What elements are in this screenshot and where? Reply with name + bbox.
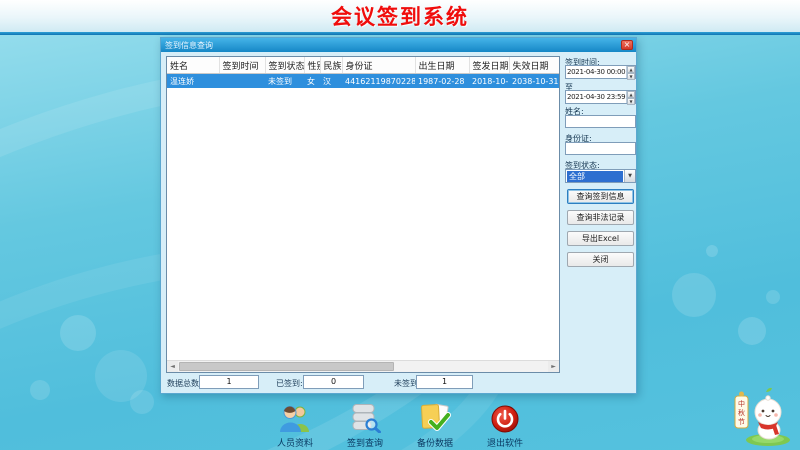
app-title: 会议签到系统 [331, 1, 469, 31]
backup-check-icon [419, 403, 451, 433]
signin-query-dialog: 签到信息查询 × 姓名 [160, 37, 637, 394]
column-header-name[interactable]: 姓名 [167, 57, 219, 74]
decor-circle [766, 290, 780, 304]
database-search-icon [349, 403, 381, 433]
id-card-input[interactable] [565, 142, 636, 155]
spinner-control[interactable]: ▲ ▼ [626, 91, 635, 103]
toolbar-item-signin-query[interactable]: 签到查询 [336, 403, 394, 449]
cell-gender: 女 [304, 74, 320, 89]
power-icon [491, 403, 519, 433]
query-form-panel: 签到时间: 2021-04-30 00:00:00 ▲ ▼ 至 2021-04-… [563, 52, 638, 395]
decor-circle [738, 317, 766, 345]
spinner-control[interactable]: ▲ ▼ [626, 66, 635, 78]
scroll-left-icon[interactable]: ◄ [167, 361, 178, 372]
app-header: 会议签到系统 [0, 0, 800, 32]
column-header-signin-status[interactable]: 签到状态 [265, 57, 304, 74]
cell-id-card: 441621198702282481 [342, 74, 415, 89]
stats-row: 数据总数: 1 已签到: 0 未签到: 1 [161, 374, 561, 392]
signed-count-label: 已签到: [276, 378, 303, 389]
scrollbar-thumb[interactable] [179, 362, 394, 371]
time-from-value: 2021-04-30 00:00:00 [566, 68, 626, 76]
toolbar-item-label: 备份数据 [417, 436, 453, 449]
dialog-title: 签到信息查询 [165, 40, 621, 51]
column-header-ethnicity[interactable]: 民族 [320, 57, 342, 74]
dialog-body: 姓名 签到时间 签到状态 性别 民族 身份证 出生日期 签发日期 失效日期 签 [161, 52, 636, 395]
name-input[interactable] [565, 115, 636, 128]
unsigned-count-field: 1 [416, 375, 473, 389]
cell-signin-time [219, 74, 265, 89]
cell-issue-date: 2018-10-31 [469, 74, 509, 89]
scroll-right-icon[interactable]: ► [548, 361, 559, 372]
mascot-banner-char-3: 节 [738, 418, 745, 426]
toolbar-item-exit[interactable]: 退出软件 [476, 403, 534, 449]
cell-name: 温连娇 [167, 74, 219, 89]
table-header-row: 姓名 签到时间 签到状态 性别 民族 身份证 出生日期 签发日期 失效日期 签 [167, 57, 560, 74]
people-icon [279, 403, 311, 433]
toolbar-item-label: 人员资料 [277, 436, 313, 449]
mascot-banner-char-2: 秋 [738, 408, 745, 417]
time-to-field[interactable]: 2021-04-30 23:59:59 ▲ ▼ [565, 90, 636, 104]
toolbar-item-backup[interactable]: 备份数据 [406, 403, 464, 449]
time-to-value: 2021-04-30 23:59:59 [566, 93, 626, 101]
cell-expiry-date: 2038-10-31 [509, 74, 559, 89]
cell-signin-status: 未签到 [265, 74, 304, 89]
column-header-partial[interactable]: 签 [559, 57, 560, 74]
column-header-id-card[interactable]: 身份证 [342, 57, 415, 74]
total-count-label: 数据总数: [167, 378, 202, 389]
status-select[interactable]: 全部 ▼ [565, 169, 636, 183]
toolbar-item-label: 签到查询 [347, 436, 383, 449]
decor-circle [30, 380, 50, 400]
column-header-issue-date[interactable]: 签发日期 [469, 57, 509, 74]
dialog-titlebar[interactable]: 签到信息查询 × [161, 38, 636, 52]
decor-circle [672, 273, 716, 317]
close-icon[interactable]: × [621, 40, 633, 50]
column-header-gender[interactable]: 性别 [304, 57, 320, 74]
desktop-background: 签到信息查询 × 姓名 [0, 35, 800, 450]
column-header-signin-time[interactable]: 签到时间 [219, 57, 265, 74]
query-illegal-records-button[interactable]: 查询非法记录 [567, 210, 634, 225]
total-count-field: 1 [199, 375, 259, 389]
scrollbar-track[interactable] [178, 361, 548, 372]
signed-count-field: 0 [303, 375, 364, 389]
column-header-birth-date[interactable]: 出生日期 [415, 57, 469, 74]
toolbar-item-label: 退出软件 [487, 436, 523, 449]
table-row[interactable]: 温连娇 未签到 女 汉 441621198702282481 1987-02-2… [167, 74, 560, 89]
spinner-up-icon[interactable]: ▲ [627, 91, 635, 98]
spinner-down-icon[interactable]: ▼ [627, 98, 635, 105]
app-window: 会议签到系统 签到信息查询 × [0, 0, 800, 450]
time-from-field[interactable]: 2021-04-30 00:00:00 ▲ ▼ [565, 65, 636, 79]
horizontal-scrollbar[interactable]: ◄ ► [167, 360, 559, 372]
cell-ethnicity: 汉 [320, 74, 342, 89]
decor-circle [706, 245, 718, 257]
cell-partial [559, 74, 560, 89]
cell-birth-date: 1987-02-28 [415, 74, 469, 89]
bottom-toolbar: 人员资料 签到查询 [0, 403, 800, 449]
signin-table: 姓名 签到时间 签到状态 性别 民族 身份证 出生日期 签发日期 失效日期 签 [166, 56, 560, 373]
status-selected-value: 全部 [567, 171, 623, 182]
decor-circle [60, 315, 96, 351]
query-signin-button[interactable]: 查询签到信息 [567, 189, 634, 204]
mascot-figure: 中 秋 节 [732, 386, 794, 448]
spinner-up-icon[interactable]: ▲ [627, 66, 635, 73]
column-header-expiry-date[interactable]: 失效日期 [509, 57, 559, 74]
spinner-down-icon[interactable]: ▼ [627, 73, 635, 80]
export-excel-button[interactable]: 导出Excel [567, 231, 634, 246]
chevron-down-icon[interactable]: ▼ [624, 170, 635, 182]
mascot-banner-char-1: 中 [738, 399, 745, 408]
close-button[interactable]: 关闭 [567, 252, 634, 267]
toolbar-item-personnel[interactable]: 人员资料 [266, 403, 324, 449]
